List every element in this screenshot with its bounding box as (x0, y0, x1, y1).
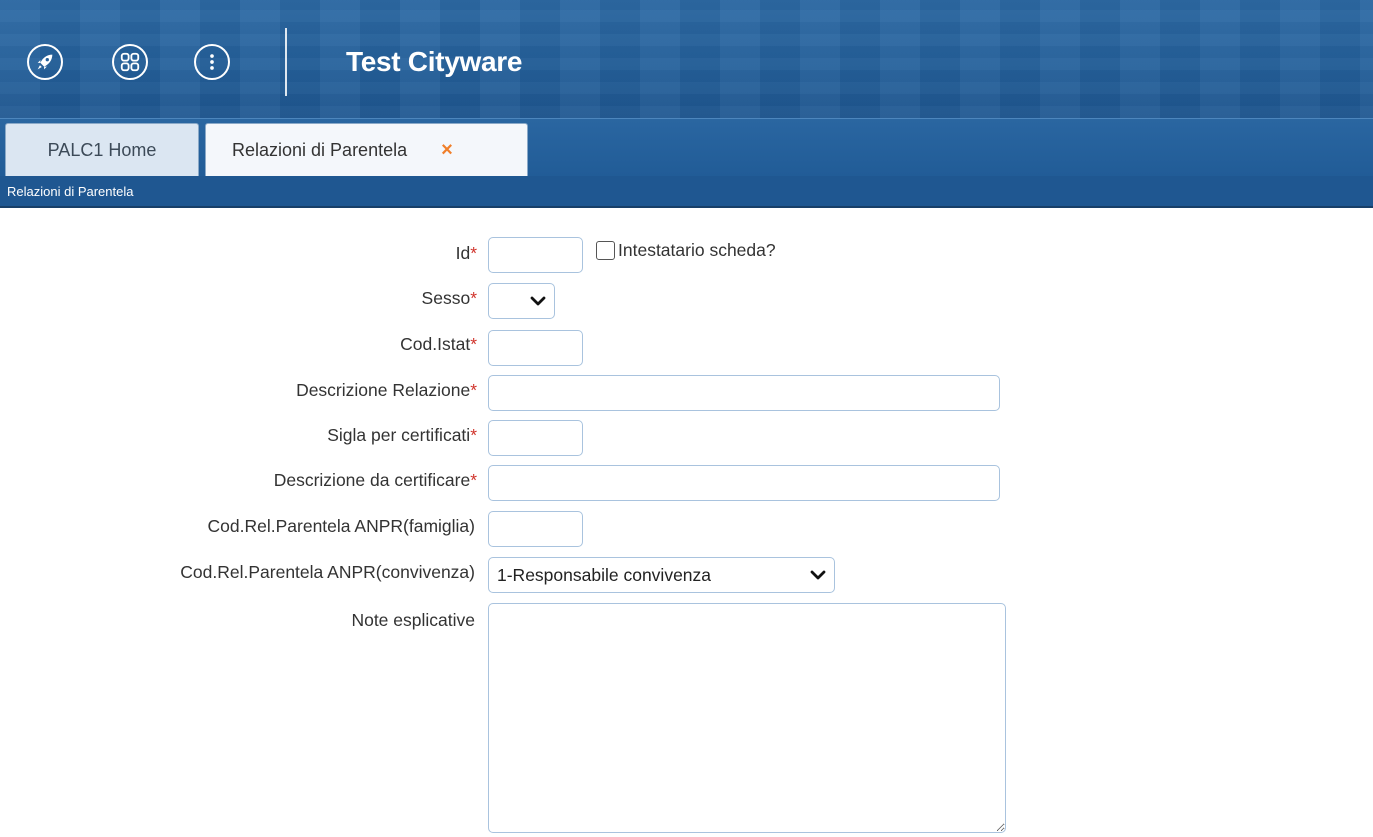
intestatario-label: Intestatario scheda? (618, 240, 776, 260)
cod-istat-field[interactable] (488, 330, 583, 366)
page-title: Relazioni di Parentela (7, 184, 134, 199)
sigla-certificati-field[interactable] (488, 420, 583, 456)
chevron-down-icon (810, 570, 826, 580)
rocket-icon[interactable] (27, 44, 63, 80)
tab-strip: PALC1 Home Relazioni di Parentela × (0, 118, 1373, 177)
close-icon[interactable]: × (441, 139, 453, 162)
descrizione-certificare-field[interactable] (488, 465, 1000, 501)
tab-label: Relazioni di Parentela (232, 140, 408, 160)
id-label: Id* (455, 243, 477, 263)
id-field[interactable] (488, 237, 583, 273)
note-textarea[interactable] (488, 603, 1006, 833)
anpr-convivenza-value: 1-Responsabile convivenza (497, 564, 712, 585)
intestatario-checkbox[interactable]: Intestatario scheda? (596, 240, 776, 261)
descrizione-relazione-label: Descrizione Relazione* (296, 380, 477, 400)
sesso-select[interactable] (488, 283, 555, 319)
tab-palc1-home[interactable]: PALC1 Home (5, 123, 199, 177)
header-divider (285, 28, 287, 96)
note-label: Note esplicative (351, 610, 475, 630)
tab-label: PALC1 Home (47, 140, 157, 160)
anpr-famiglia-field[interactable] (488, 511, 583, 547)
cod-istat-label: Cod.Istat* (400, 334, 477, 354)
descrizione-relazione-field[interactable] (488, 375, 1000, 411)
descrizione-certificare-label: Descrizione da certificare* (273, 470, 477, 490)
chevron-down-icon (530, 296, 546, 306)
sigla-certificati-label: Sigla per certificati* (327, 425, 477, 445)
more-vertical-icon[interactable] (194, 44, 230, 80)
breadcrumb: Relazioni di Parentela (0, 176, 1373, 208)
anpr-convivenza-label: Cod.Rel.Parentela ANPR(convivenza) (180, 562, 475, 582)
checkbox-box[interactable] (596, 241, 615, 260)
anpr-famiglia-label: Cod.Rel.Parentela ANPR(famiglia) (207, 516, 475, 536)
anpr-convivenza-select[interactable]: 1-Responsabile convivenza (488, 557, 835, 593)
apps-grid-icon[interactable] (112, 44, 148, 80)
sesso-label: Sesso* (421, 288, 477, 308)
app-header: Test Cityware (0, 0, 1373, 118)
tab-relazioni-di-parentela[interactable]: Relazioni di Parentela × (205, 123, 528, 177)
app-title: Test Cityware (346, 46, 523, 77)
